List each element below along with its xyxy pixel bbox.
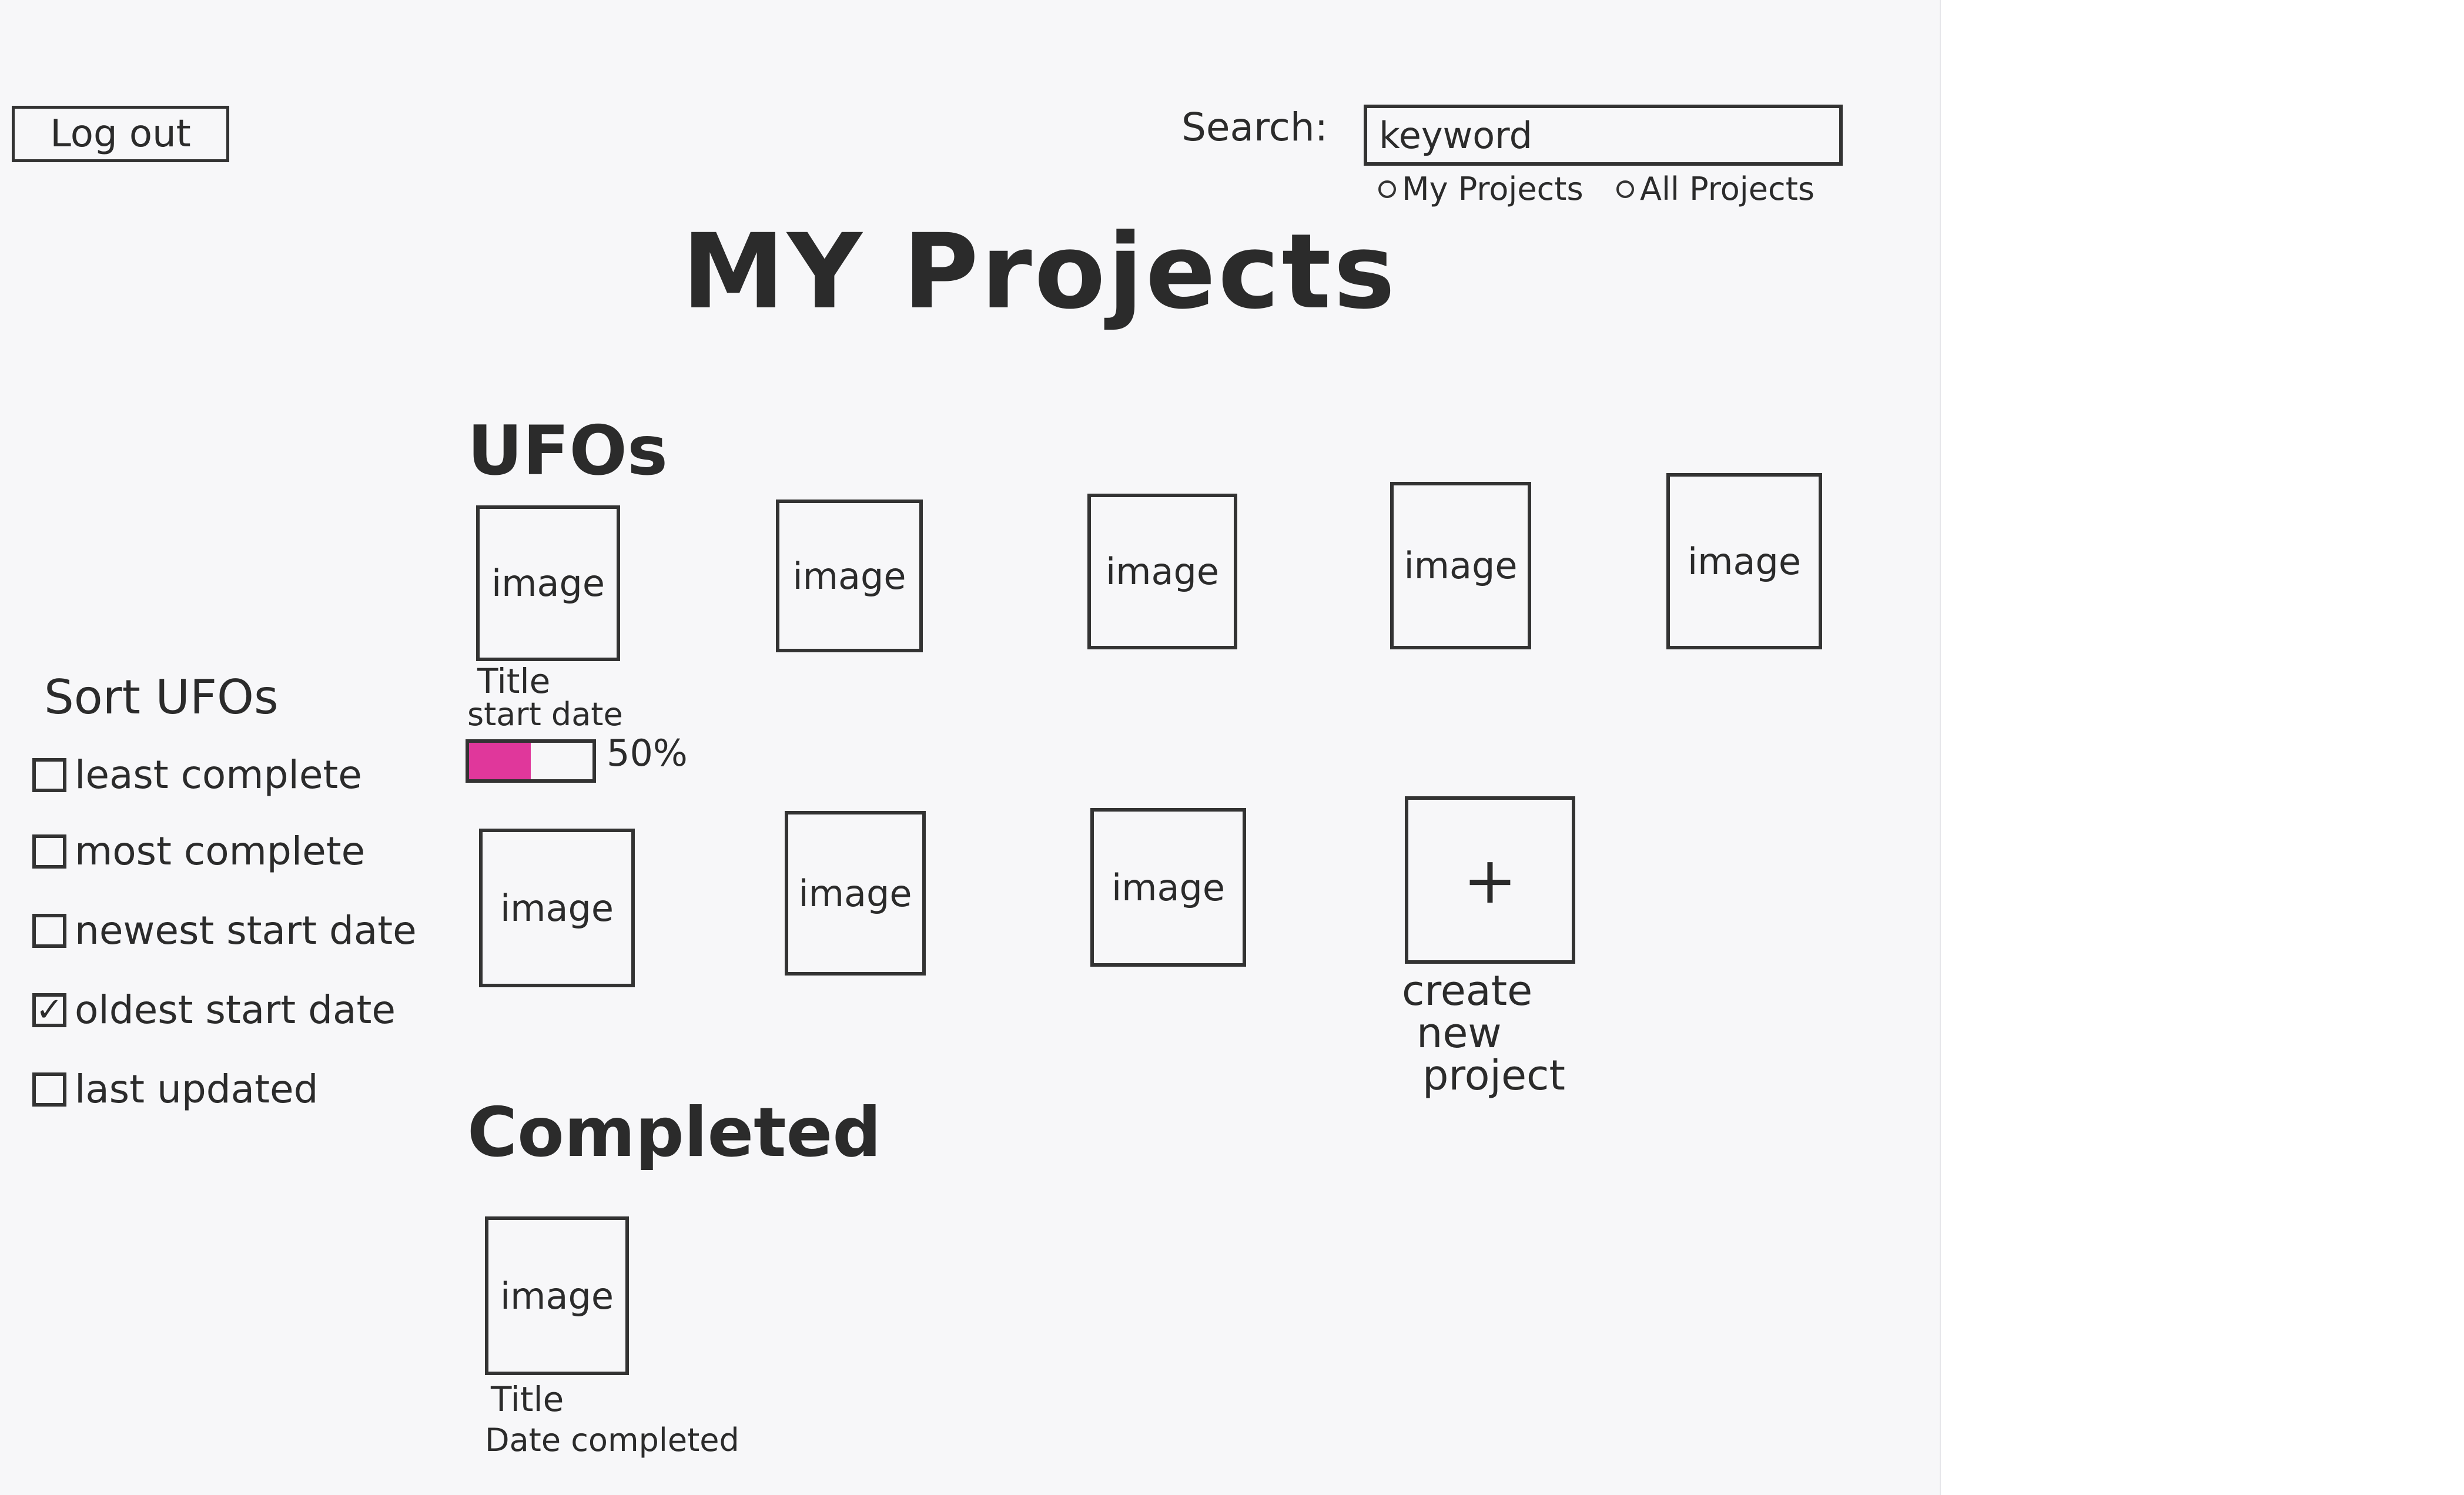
image-placeholder-label: image: [1111, 866, 1226, 909]
checkbox-icon[interactable]: [32, 1072, 66, 1107]
create-project-label: create new project: [1402, 970, 1602, 1097]
checkbox-icon[interactable]: [32, 913, 66, 948]
sort-panel-title: Sort UFOs: [44, 670, 279, 725]
create-label-line: create: [1402, 967, 1533, 1015]
completed-section-title: Completed: [467, 1093, 882, 1172]
sort-option-most-complete[interactable]: most complete: [32, 829, 365, 874]
image-placeholder-label: image: [1687, 539, 1802, 583]
sort-option-label: most complete: [75, 829, 366, 874]
page-title: MY Projects: [682, 212, 1398, 332]
radio-icon: [1378, 180, 1396, 198]
image-placeholder-label: image: [798, 871, 912, 915]
create-project-button[interactable]: +: [1405, 796, 1575, 964]
checkbox-icon[interactable]: [32, 834, 66, 869]
search-scope-all-projects[interactable]: All Projects: [1616, 170, 1814, 207]
completed-card-title: Title: [491, 1379, 564, 1419]
project-card-title: Title: [477, 661, 551, 701]
sort-option-label: least complete: [75, 752, 362, 797]
sort-option-last-updated[interactable]: last updated: [32, 1067, 318, 1112]
project-tile[interactable]: image: [1666, 473, 1822, 649]
search-scope-label: All Projects: [1640, 170, 1814, 207]
search-input[interactable]: [1364, 105, 1843, 166]
image-placeholder-label: image: [500, 1274, 614, 1318]
image-placeholder-label: image: [1105, 550, 1220, 593]
project-tile[interactable]: image: [1390, 482, 1531, 649]
plus-icon: +: [1462, 842, 1518, 918]
checkbox-icon[interactable]: [32, 757, 66, 792]
project-tile[interactable]: image: [476, 505, 620, 661]
project-tile[interactable]: image: [1090, 808, 1246, 967]
project-tile[interactable]: image: [776, 500, 923, 652]
project-tile[interactable]: image: [785, 811, 926, 976]
search-scope-label: My Projects: [1402, 170, 1583, 207]
project-progress-fill: [469, 743, 531, 779]
checkbox-checked-icon[interactable]: ✓: [32, 993, 66, 1027]
image-placeholder-label: image: [491, 562, 605, 605]
sort-option-oldest-start-date[interactable]: ✓ oldest start date: [32, 987, 396, 1033]
project-progress-bar: [466, 739, 596, 783]
sort-option-newest-start-date[interactable]: newest start date: [32, 908, 417, 953]
sort-option-label: last updated: [75, 1067, 319, 1112]
project-tile[interactable]: image: [479, 829, 635, 987]
project-card-start-date: start date: [467, 696, 623, 733]
image-placeholder-label: image: [1404, 544, 1518, 587]
project-tile[interactable]: image: [1087, 494, 1237, 649]
sort-option-label: oldest start date: [75, 987, 396, 1033]
search-scope-my-projects[interactable]: My Projects: [1378, 170, 1583, 207]
ufos-section-title: UFOs: [467, 411, 668, 491]
image-placeholder-label: image: [792, 554, 906, 598]
completed-card-date: Date completed: [485, 1422, 739, 1459]
create-label-line: project: [1422, 1051, 1565, 1100]
create-label-line: new: [1417, 1009, 1502, 1057]
completed-project-tile[interactable]: image: [485, 1216, 629, 1375]
sketch-paper: Log out Search: My Projects All Projects…: [0, 0, 1941, 1495]
search-label: Search:: [1181, 105, 1328, 150]
project-progress-label: 50%: [607, 732, 688, 775]
image-placeholder-label: image: [500, 886, 614, 930]
logout-button[interactable]: Log out: [12, 106, 229, 162]
sort-option-least-complete[interactable]: least complete: [32, 752, 362, 797]
sort-option-label: newest start date: [75, 908, 417, 953]
radio-icon: [1616, 180, 1634, 198]
